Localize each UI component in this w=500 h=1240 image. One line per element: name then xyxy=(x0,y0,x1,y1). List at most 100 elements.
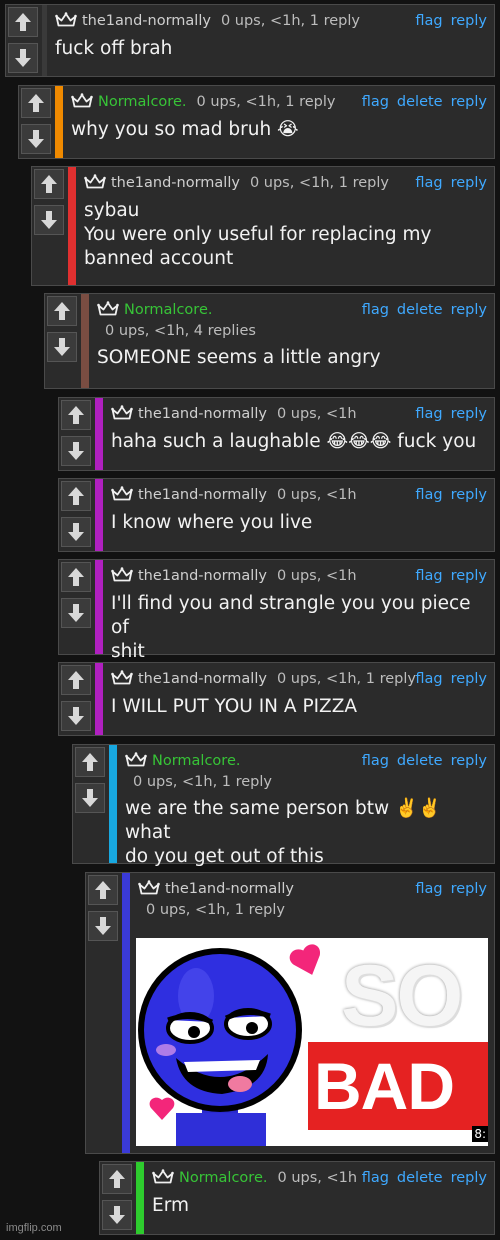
flag-link[interactable]: flag xyxy=(415,568,442,584)
downvote-button[interactable] xyxy=(34,205,64,235)
username-link[interactable]: the1and-normally xyxy=(165,881,294,897)
arrow-down-icon xyxy=(81,788,99,808)
username-link[interactable]: the1and-normally xyxy=(111,175,240,191)
upvote-button[interactable] xyxy=(61,665,91,695)
downvote-button[interactable] xyxy=(8,43,38,73)
upvote-button[interactable] xyxy=(61,481,91,511)
comment: Normalcore. 0 ups, <1h flag delete reply Er… xyxy=(99,1161,495,1235)
comment-body: the1and-normally 0 ups, <1h, 1 reply flag… xyxy=(68,167,494,285)
flag-link[interactable]: flag xyxy=(415,175,442,191)
upvote-button[interactable] xyxy=(75,747,105,777)
flag-link[interactable]: flag xyxy=(362,1170,389,1186)
username-link[interactable]: the1and-normally xyxy=(138,406,267,422)
comment-stats: 0 ups, <1h xyxy=(277,1170,358,1186)
vote-controls xyxy=(59,560,95,654)
upvote-button[interactable] xyxy=(8,7,38,37)
comment-body: Normalcore. 0 ups, <1h, 1 reply flag dele… xyxy=(109,745,494,867)
arrow-down-icon xyxy=(53,337,71,357)
comment-text: sybau You were only useful for replacing… xyxy=(84,200,432,269)
comment: the1and-normally 0 ups, <1h flag reply hah… xyxy=(58,397,495,471)
upvote-button[interactable] xyxy=(21,88,51,118)
arrow-down-icon xyxy=(67,706,85,726)
comment-stats: 0 ups, <1h, 1 reply xyxy=(133,774,272,790)
downvote-button[interactable] xyxy=(61,436,91,466)
flag-link[interactable]: flag xyxy=(362,94,389,110)
username-link[interactable]: Normalcore. xyxy=(98,94,186,110)
username-link[interactable]: Normalcore. xyxy=(179,1170,267,1186)
meme-text-bottom: BAD xyxy=(314,1049,455,1123)
crown-icon xyxy=(111,567,133,582)
crown-icon xyxy=(84,174,106,189)
comment-body: the1and-normally 0 ups, <1h flag reply hah… xyxy=(95,398,494,470)
downvote-button[interactable] xyxy=(21,124,51,154)
vote-controls xyxy=(59,663,95,735)
flag-link[interactable]: flag xyxy=(415,881,442,897)
downvote-button[interactable] xyxy=(102,1200,132,1230)
reply-link[interactable]: reply xyxy=(451,671,487,687)
flag-link[interactable]: flag xyxy=(362,753,389,769)
username-link[interactable]: the1and-normally xyxy=(138,671,267,687)
arrow-down-icon xyxy=(40,210,58,230)
reply-link[interactable]: reply xyxy=(451,94,487,110)
comment-body: the1and-normally 0 ups, <1h, 1 reply flag… xyxy=(95,663,494,735)
comment-actions: flag delete reply xyxy=(354,92,487,112)
username-link[interactable]: the1and-normally xyxy=(138,487,267,503)
vote-controls xyxy=(100,1162,136,1234)
upvote-button[interactable] xyxy=(47,296,77,326)
delete-link[interactable]: delete xyxy=(397,1170,443,1186)
reply-link[interactable]: reply xyxy=(451,302,487,318)
username-link[interactable]: the1and-normally xyxy=(82,13,211,29)
comment-text: haha such a laughable 😂😂😂 fuck you xyxy=(111,431,477,452)
vote-controls xyxy=(6,5,42,76)
username-link[interactable]: Normalcore. xyxy=(152,753,240,769)
reply-link[interactable]: reply xyxy=(451,175,487,191)
comment: Normalcore. 0 ups, <1h, 4 replies flag de… xyxy=(44,293,495,389)
downvote-button[interactable] xyxy=(75,783,105,813)
reply-link[interactable]: reply xyxy=(451,568,487,584)
reply-link[interactable]: reply xyxy=(451,1170,487,1186)
downvote-button[interactable] xyxy=(88,911,118,941)
comment-actions: flag reply xyxy=(407,173,487,193)
comment-body: the1and-normally 0 ups, <1h flag reply I'l… xyxy=(95,560,494,662)
crown-icon xyxy=(111,670,133,685)
flag-link[interactable]: flag xyxy=(415,671,442,687)
delete-link[interactable]: delete xyxy=(397,753,443,769)
arrow-down-icon xyxy=(94,916,112,936)
reply-link[interactable]: reply xyxy=(451,753,487,769)
username-link[interactable]: the1and-normally xyxy=(138,568,267,584)
downvote-button[interactable] xyxy=(61,701,91,731)
reply-link[interactable]: reply xyxy=(451,881,487,897)
downvote-button[interactable] xyxy=(47,332,77,362)
crown-icon xyxy=(138,880,160,895)
arrow-down-icon xyxy=(67,441,85,461)
upvote-button[interactable] xyxy=(88,875,118,905)
flag-link[interactable]: flag xyxy=(415,487,442,503)
comment-body: the1and-normally 0 ups, <1h, 1 reply flag… xyxy=(42,5,494,76)
comment-image[interactable]: SO BAD 8: xyxy=(136,938,488,1146)
username-link[interactable]: Normalcore. xyxy=(124,302,212,318)
downvote-button[interactable] xyxy=(61,517,91,547)
upvote-button[interactable] xyxy=(34,169,64,199)
upvote-button[interactable] xyxy=(61,562,91,592)
comment-text: fuck off brah xyxy=(55,38,173,59)
arrow-up-icon xyxy=(108,1169,126,1189)
upvote-button[interactable] xyxy=(61,400,91,430)
delete-link[interactable]: delete xyxy=(397,94,443,110)
downvote-button[interactable] xyxy=(61,598,91,628)
flag-link[interactable]: flag xyxy=(415,406,442,422)
flag-link[interactable]: flag xyxy=(415,13,442,29)
reply-link[interactable]: reply xyxy=(451,13,487,29)
crown-icon xyxy=(55,12,77,27)
reply-link[interactable]: reply xyxy=(451,406,487,422)
reply-link[interactable]: reply xyxy=(451,487,487,503)
upvote-button[interactable] xyxy=(102,1164,132,1194)
comment-stats: 0 ups, <1h xyxy=(276,568,357,584)
comment-text: we are the same person btw ✌️✌️ what do … xyxy=(125,798,442,867)
flag-link[interactable]: flag xyxy=(362,302,389,318)
delete-link[interactable]: delete xyxy=(397,302,443,318)
comment-stats: 0 ups, <1h, 1 reply xyxy=(276,671,416,687)
crown-icon xyxy=(152,1169,174,1184)
comment-text: SOMEONE seems a little angry xyxy=(97,347,381,368)
crown-icon xyxy=(71,93,93,108)
vote-controls xyxy=(86,873,122,1153)
